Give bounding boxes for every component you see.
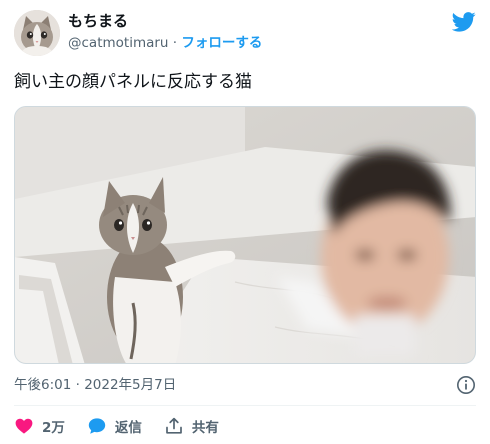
author-name[interactable]: もちまる xyxy=(68,12,128,30)
share-icon xyxy=(166,417,182,434)
share-button[interactable]: 共有 xyxy=(164,416,219,436)
reply-bubble-icon xyxy=(88,418,106,434)
meta-separator: · xyxy=(172,35,178,51)
author-avatar[interactable] xyxy=(14,10,60,56)
tweet-card: もちまる @catmotimaru · フォローする 飼い主の顔パネルに反応する… xyxy=(0,0,490,444)
author-handle[interactable]: @catmotimaru xyxy=(68,35,168,51)
heart-icon xyxy=(15,418,33,434)
reply-button[interactable]: 返信 xyxy=(87,416,142,436)
like-button[interactable]: 2万 xyxy=(14,416,65,436)
tweet-photo xyxy=(15,107,475,363)
cat-avatar-image xyxy=(14,10,60,56)
tweet-actions: 2万 返信 共有 xyxy=(14,414,241,438)
info-icon[interactable] xyxy=(456,375,476,395)
reply-label: 返信 xyxy=(114,420,142,436)
actions-divider xyxy=(14,405,476,406)
author-meta: @catmotimaru · フォローする xyxy=(68,34,262,52)
tweet-media[interactable] xyxy=(14,106,476,364)
tweet-text: 飼い主の顔パネルに反応する猫 xyxy=(14,72,252,92)
twitter-bird-icon[interactable] xyxy=(452,12,476,32)
share-label: 共有 xyxy=(191,420,219,436)
like-count: 2万 xyxy=(42,420,65,436)
follow-button[interactable]: フォローする xyxy=(181,35,262,51)
tweet-timestamp[interactable]: 午後6:01 · 2022年5月7日 xyxy=(14,376,176,394)
